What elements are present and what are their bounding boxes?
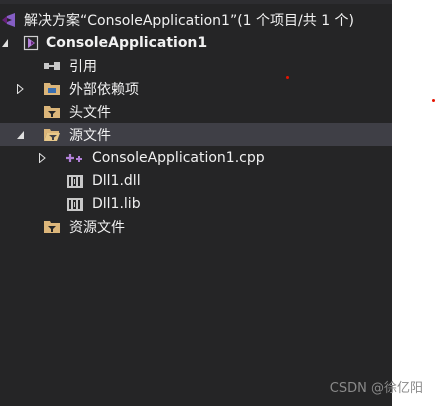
references-label: 引用 <box>69 58 97 75</box>
tree-row-solution[interactable]: 解决方案“ConsoleApplication1”(1 个项目/共 1 个) <box>0 8 392 31</box>
solution-explorer-panel: 解决方案“ConsoleApplication1”(1 个项目/共 1 个) C… <box>0 0 392 406</box>
csdn-watermark: CSDN @徐亿阳 <box>329 381 423 396</box>
red-dot-marker <box>286 76 289 79</box>
tree-row-lib-file[interactable]: Dll1.lib <box>0 192 392 215</box>
solution-icon <box>0 12 20 28</box>
cpp-file-label: ConsoleApplication1.cpp <box>92 149 265 166</box>
lib-file-label: Dll1.lib <box>92 195 141 212</box>
solution-label: 解决方案“ConsoleApplication1”(1 个项目/共 1 个) <box>24 12 355 29</box>
tree-row-external-deps[interactable]: 外部依赖项 <box>0 77 392 100</box>
cpp-file-icon <box>66 150 84 166</box>
tree-row-cpp-file[interactable]: ConsoleApplication1.cpp <box>0 146 392 169</box>
tree-row-source-files[interactable]: 源文件 <box>0 123 392 146</box>
tree-row-references[interactable]: 引用 <box>0 54 392 77</box>
collapse-arrow-icon[interactable] <box>15 129 25 141</box>
red-dot-marker <box>432 99 435 102</box>
dll-file-label: Dll1.dll <box>92 172 141 189</box>
panel-top-border <box>0 0 392 4</box>
references-icon <box>43 58 61 74</box>
external-deps-label: 外部依赖项 <box>69 81 139 98</box>
tree-row-resource-files[interactable]: 资源文件 <box>0 215 392 238</box>
expand-arrow-icon[interactable] <box>37 152 47 164</box>
project-icon <box>22 35 40 51</box>
collapse-arrow-icon[interactable] <box>0 37 10 49</box>
tree-row-dll-file[interactable]: Dll1.dll <box>0 169 392 192</box>
binary-file-icon <box>66 173 84 189</box>
expand-arrow-icon[interactable] <box>15 83 25 95</box>
project-label: ConsoleApplication1 <box>46 34 208 51</box>
header-files-label: 头文件 <box>69 104 111 121</box>
filter-folder-icon <box>43 219 61 235</box>
folder-icon <box>43 81 61 97</box>
tree-row-project[interactable]: ConsoleApplication1 <box>0 31 392 54</box>
filter-folder-open-icon <box>43 127 61 143</box>
filter-folder-icon <box>43 104 61 120</box>
source-files-label: 源文件 <box>69 127 111 144</box>
tree-row-header-files[interactable]: 头文件 <box>0 100 392 123</box>
binary-file-icon <box>66 196 84 212</box>
resource-files-label: 资源文件 <box>69 219 125 236</box>
